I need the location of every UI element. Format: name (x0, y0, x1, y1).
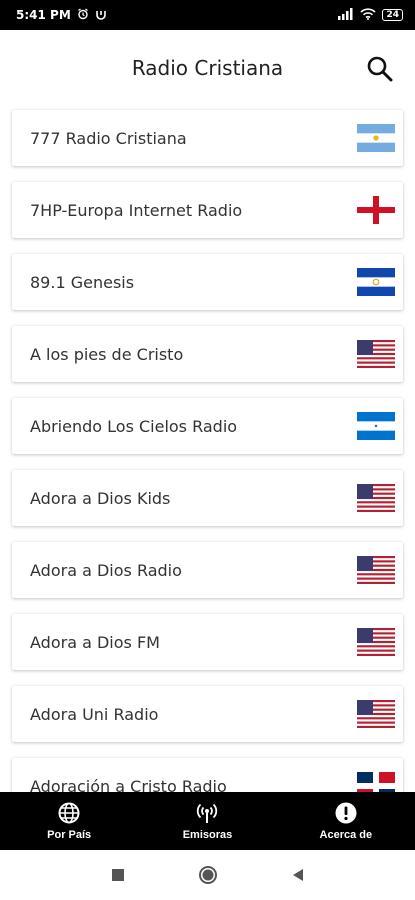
nav-por-pais[interactable]: Por País (0, 792, 138, 850)
station-name: Adoración a Cristo Radio (30, 776, 227, 793)
status-bar: 5:41 PM 24 (0, 0, 415, 30)
nav-emisoras[interactable]: Emisoras (138, 792, 276, 850)
page-title: Radio Cristiana (131, 56, 284, 80)
circle-icon (198, 866, 217, 884)
search-button[interactable] (365, 54, 395, 84)
broadcast-icon (197, 803, 218, 823)
triangle-back-icon (292, 869, 303, 881)
station-name: Adora a Dios Radio (30, 560, 182, 580)
recent-apps-button[interactable] (108, 865, 128, 885)
station-card[interactable]: Adora Uni Radio (12, 686, 403, 742)
square-icon (111, 869, 124, 881)
station-name: 7HP-Europa Internet Radio (30, 200, 243, 220)
signal-icon (338, 7, 354, 23)
usa-flag-icon (357, 700, 395, 728)
station-card[interactable]: 777 Radio Cristiana (12, 110, 403, 166)
app-header: Radio Cristiana (0, 30, 415, 108)
usa-flag-icon (357, 556, 395, 584)
station-card[interactable]: 89.1 Genesis (12, 254, 403, 310)
notification-icon (95, 8, 107, 23)
usa-flag-icon (357, 340, 395, 368)
station-name: 777 Radio Cristiana (30, 128, 187, 148)
globe-icon (58, 802, 80, 824)
status-time: 5:41 PM (16, 8, 71, 22)
nav-label: Acerca de (319, 829, 373, 841)
nav-acerca-de[interactable]: Acerca de (277, 792, 415, 850)
station-name: A los pies de Cristo (30, 344, 184, 364)
el-salvador-flag-icon (357, 268, 395, 296)
station-card[interactable]: 7HP-Europa Internet Radio (12, 182, 403, 238)
station-card[interactable]: Adora a Dios FM (12, 614, 403, 670)
usa-flag-icon (357, 628, 395, 656)
station-card[interactable]: Adora a Dios Radio (12, 542, 403, 598)
england-flag-icon (357, 196, 395, 224)
honduras-flag-icon (357, 412, 395, 440)
usa-flag-icon (357, 484, 395, 512)
system-navigation-bar (0, 850, 415, 900)
alarm-icon (77, 7, 89, 23)
station-card[interactable]: A los pies de Cristo (12, 326, 403, 382)
bottom-navigation: Por País Emisoras Acerca de (0, 792, 415, 850)
back-button[interactable] (288, 865, 308, 885)
station-name: Abriendo Los Cielos Radio (30, 416, 238, 436)
info-icon (335, 802, 357, 824)
search-icon (367, 56, 393, 82)
argentina-flag-icon (357, 124, 395, 152)
station-name: 89.1 Genesis (30, 272, 135, 292)
station-name: Adora a Dios FM (30, 632, 160, 652)
station-list: 777 Radio Cristiana 7HP-Europa Internet … (0, 108, 415, 792)
dominican-republic-flag-icon (357, 772, 395, 792)
home-button[interactable] (198, 865, 218, 885)
battery-icon: 24 (382, 9, 403, 21)
nav-label: Por País (47, 829, 92, 841)
nav-label: Emisoras (182, 829, 233, 841)
station-name: Adora a Dios Kids (30, 488, 171, 508)
station-name: Adora Uni Radio (30, 704, 159, 724)
station-card[interactable]: Abriendo Los Cielos Radio (12, 398, 403, 454)
wifi-icon (360, 7, 377, 23)
station-card[interactable]: Adoración a Cristo Radio (12, 758, 403, 792)
station-card[interactable]: Adora a Dios Kids (12, 470, 403, 526)
